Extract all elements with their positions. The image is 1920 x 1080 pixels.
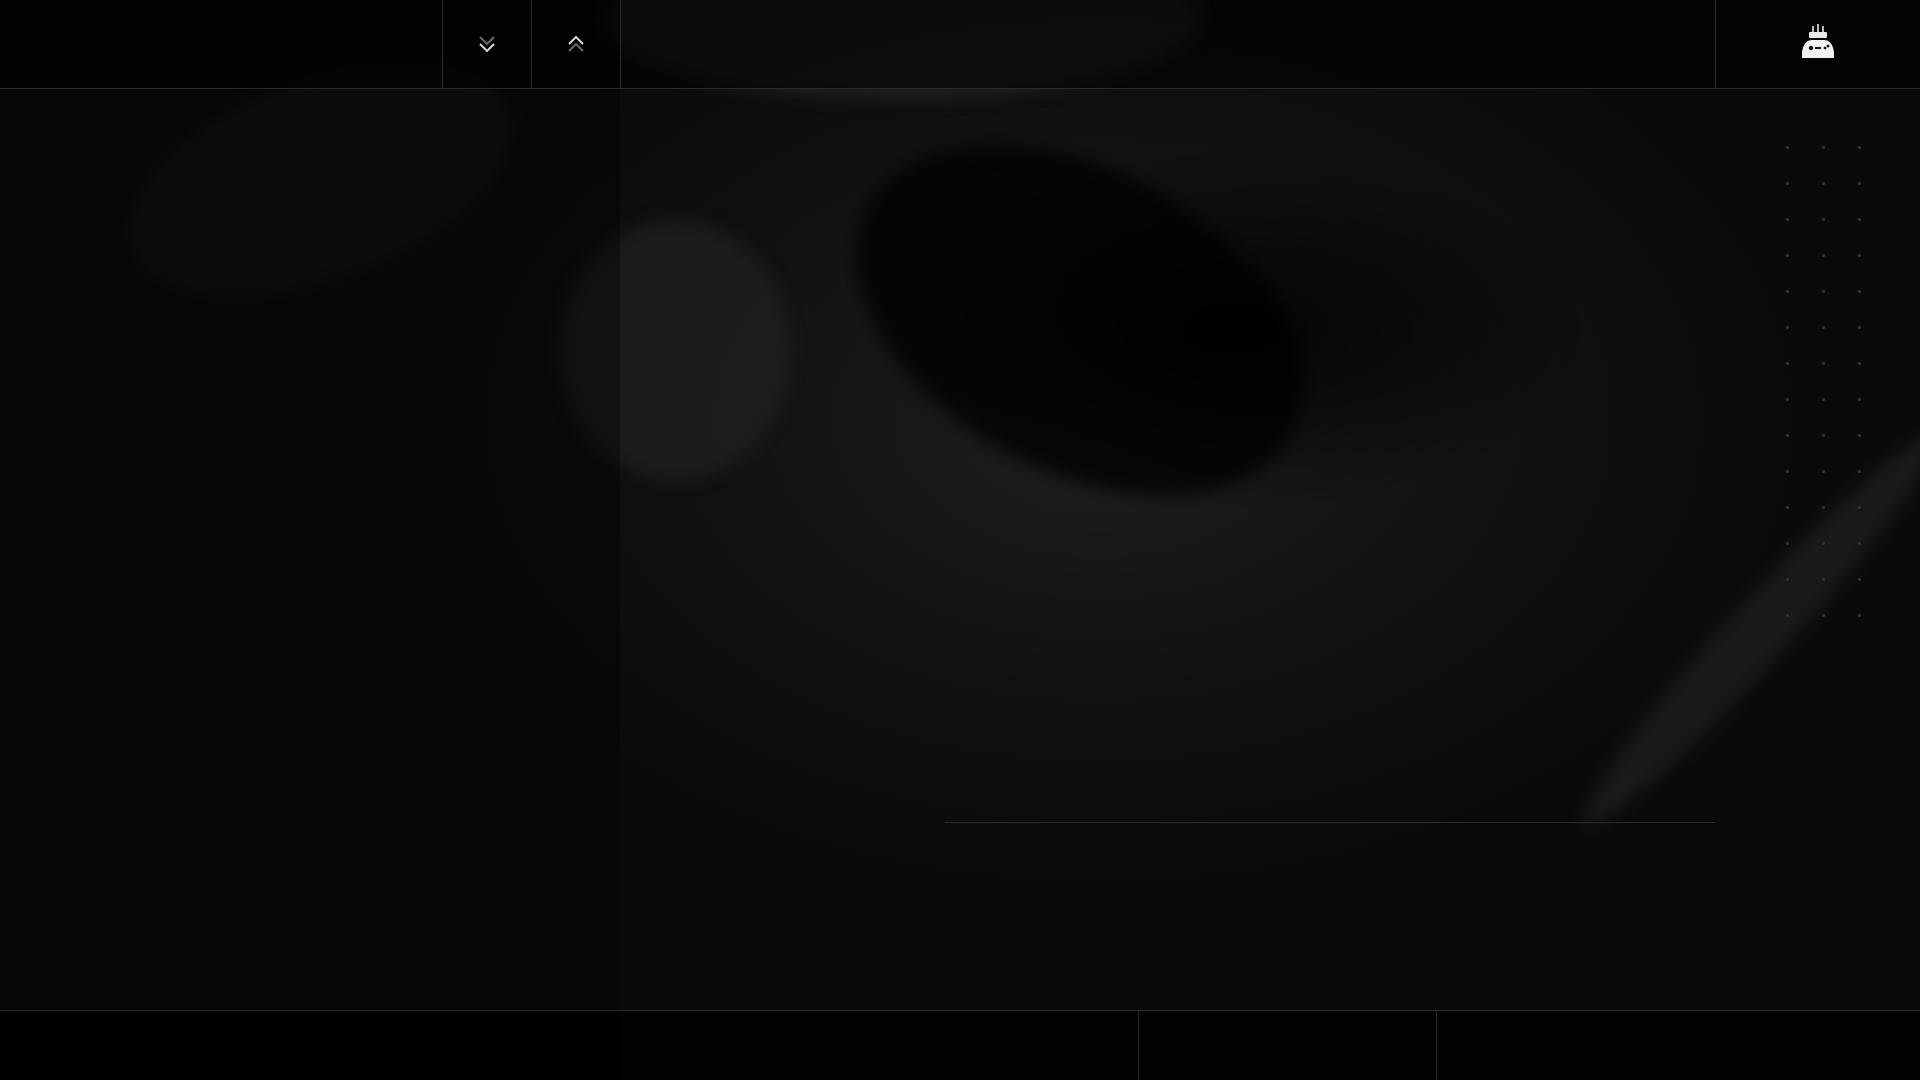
grid-dot xyxy=(1822,542,1825,545)
divider xyxy=(620,0,621,88)
grid-dot xyxy=(1858,398,1861,401)
grid-dot xyxy=(1786,182,1789,185)
grid-dot xyxy=(1786,146,1789,149)
grid-dot xyxy=(1858,290,1861,293)
app-screen xyxy=(0,0,1920,1080)
grid-dot xyxy=(1786,470,1789,473)
grid-dot xyxy=(1822,578,1825,581)
decorative-dot-grid xyxy=(1786,146,1866,626)
grid-dot xyxy=(1786,254,1789,257)
grid-dot xyxy=(1858,146,1861,149)
grid-dot xyxy=(1786,614,1789,617)
bottom-bar-section-left xyxy=(0,1011,1138,1080)
grid-dot xyxy=(1786,290,1789,293)
grid-dot xyxy=(1822,326,1825,329)
grid-dot xyxy=(1858,326,1861,329)
grid-dot xyxy=(1858,506,1861,509)
grid-dot xyxy=(1858,470,1861,473)
grid-dot xyxy=(1858,614,1861,617)
grid-dot xyxy=(1822,398,1825,401)
grid-dot xyxy=(1786,434,1789,437)
grid-dot xyxy=(1786,218,1789,221)
grid-dot xyxy=(1858,254,1861,257)
grid-dot xyxy=(1786,362,1789,365)
grid-dot xyxy=(1822,434,1825,437)
grid-dot xyxy=(1858,434,1861,437)
bottom-bar-section-right xyxy=(1437,1011,1920,1080)
top-navigation-bar xyxy=(0,0,1920,89)
grid-dot xyxy=(1858,182,1861,185)
bottom-bar-section-middle xyxy=(1139,1011,1436,1080)
grid-dot xyxy=(1822,362,1825,365)
grid-dot xyxy=(1786,326,1789,329)
grid-dot xyxy=(1858,542,1861,545)
grid-dot xyxy=(1858,362,1861,365)
grid-dot xyxy=(1822,146,1825,149)
gamepad-cake-logo-icon xyxy=(1798,22,1838,67)
grid-dot xyxy=(1786,398,1789,401)
scroll-up-button[interactable] xyxy=(532,0,620,88)
grid-dot xyxy=(1822,290,1825,293)
chevron-double-down-icon xyxy=(476,31,498,57)
grid-dot xyxy=(1822,506,1825,509)
grid-dot xyxy=(1822,470,1825,473)
grid-dot xyxy=(1858,218,1861,221)
brand-logo[interactable] xyxy=(1715,0,1920,88)
bottom-bar xyxy=(0,1010,1920,1080)
grid-dot xyxy=(1822,218,1825,221)
left-overlay-panel xyxy=(0,0,620,1080)
divider-line xyxy=(945,822,1715,823)
grid-dot xyxy=(1822,614,1825,617)
chevron-double-up-icon xyxy=(565,31,587,57)
grid-dot xyxy=(1858,578,1861,581)
grid-dot xyxy=(1786,542,1789,545)
grid-dot xyxy=(1786,506,1789,509)
grid-dot xyxy=(1786,578,1789,581)
grid-dot xyxy=(1822,254,1825,257)
scroll-down-button[interactable] xyxy=(443,0,531,88)
grid-dot xyxy=(1822,182,1825,185)
